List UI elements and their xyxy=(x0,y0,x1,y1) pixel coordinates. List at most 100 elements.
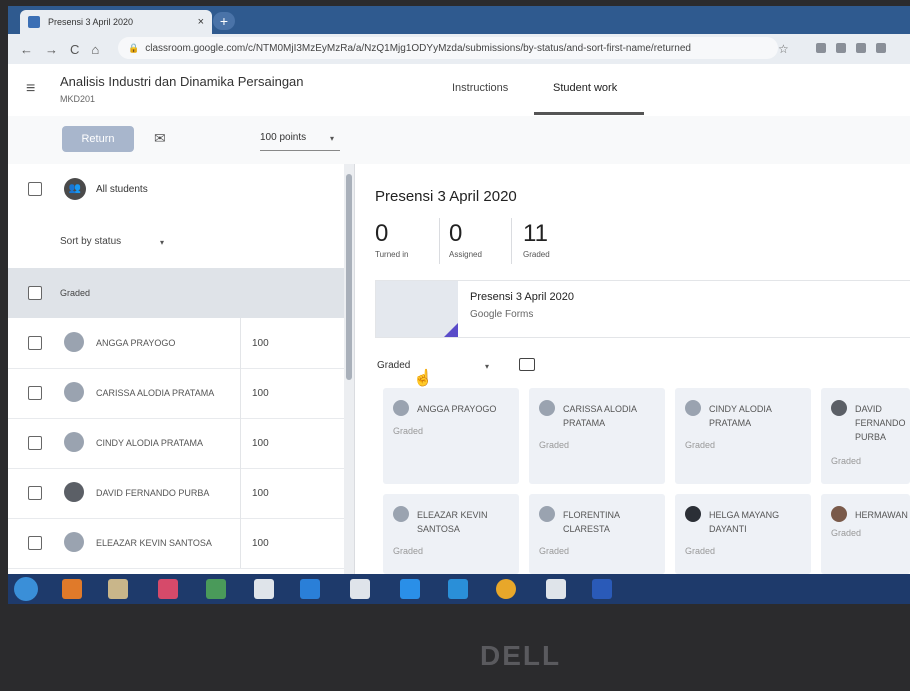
student-card-name: ELEAZAR KEVIN SANTOSA xyxy=(417,510,488,534)
file-explorer-icon[interactable] xyxy=(108,579,128,599)
dropbox-icon[interactable] xyxy=(400,579,420,599)
chevron-down-icon[interactable]: ▾ xyxy=(160,238,164,247)
forward-button[interactable]: → xyxy=(45,42,58,57)
student-score[interactable]: 100 xyxy=(252,338,269,349)
tab-close-icon[interactable]: × xyxy=(198,16,204,28)
class-title[interactable]: Analisis Industri dan Dinamika Persainga… xyxy=(60,74,304,89)
points-select[interactable]: 100 points xyxy=(260,132,306,143)
student-card[interactable]: ANGGA PRAYOGO Graded xyxy=(383,388,519,484)
stat-turned-in[interactable]: 0 Turned in xyxy=(375,220,409,259)
extension-icon[interactable] xyxy=(856,43,866,53)
hand-cursor-icon: ☝ xyxy=(413,370,433,387)
extension-icon[interactable] xyxy=(816,43,826,53)
extension-icon[interactable] xyxy=(876,43,886,53)
student-card-status: Graded xyxy=(831,456,862,466)
student-card[interactable]: CINDY ALODIA PRATAMA Graded xyxy=(675,388,811,484)
student-card-status: Graded xyxy=(539,546,570,556)
student-score[interactable]: 100 xyxy=(252,488,269,499)
hamburger-menu-icon[interactable]: ≡ xyxy=(26,80,35,98)
attachment-type: Google Forms xyxy=(470,309,534,320)
window-icon[interactable] xyxy=(254,579,274,599)
status-filter-select[interactable]: Graded xyxy=(377,360,410,371)
student-checkbox[interactable] xyxy=(28,486,42,500)
class-code: MKD201 xyxy=(60,94,96,104)
student-row[interactable]: CARISSA ALODIA PRATAMA 100 xyxy=(8,368,348,419)
stat-label: Turned in xyxy=(375,250,409,259)
all-students-label[interactable]: All students xyxy=(96,184,148,195)
student-checkbox[interactable] xyxy=(28,536,42,550)
student-card-status: Graded xyxy=(393,426,424,436)
student-row[interactable]: CINDY ALODIA PRATAMA 100 xyxy=(8,418,348,469)
tab-student-work[interactable]: Student work xyxy=(553,82,617,94)
back-button[interactable]: ← xyxy=(20,42,33,57)
stat-number: 11 xyxy=(523,220,548,247)
avatar xyxy=(831,506,847,522)
student-score[interactable]: 100 xyxy=(252,538,269,549)
app-icon[interactable] xyxy=(206,579,226,599)
divider xyxy=(240,418,241,468)
student-card-name: DAVID FERNANDO PURBA xyxy=(855,404,906,442)
media-player-icon[interactable] xyxy=(62,579,82,599)
home-button[interactable]: ⌂ xyxy=(91,42,99,57)
student-card[interactable]: HERMAWAN Graded xyxy=(821,494,910,574)
new-tab-button[interactable]: + xyxy=(213,12,235,30)
stat-graded[interactable]: 11 Graded xyxy=(523,220,550,259)
avatar xyxy=(685,400,701,416)
email-icon[interactable]: ✉ xyxy=(154,130,166,147)
return-button[interactable]: Return xyxy=(62,126,134,152)
bookmark-star-icon[interactable]: ☆ xyxy=(778,42,789,56)
chevron-down-icon[interactable]: ▾ xyxy=(485,362,489,371)
classroom-header: ≡ Analisis Industri dan Dinamika Persain… xyxy=(8,64,910,117)
student-row[interactable]: ANGGA PRAYOGO 100 xyxy=(8,318,348,369)
folder-icon[interactable] xyxy=(519,358,535,371)
avatar xyxy=(64,332,84,352)
start-button-icon[interactable] xyxy=(14,577,38,601)
student-card[interactable]: FLORENTINA CLARESTA Graded xyxy=(529,494,665,574)
student-checkbox[interactable] xyxy=(28,336,42,350)
url-text: classroom.google.com/c/NTM0MjI3MzEyMzRa/… xyxy=(145,42,691,54)
url-input[interactable]: 🔒 classroom.google.com/c/NTM0MjI3MzEyMzR… xyxy=(118,37,778,59)
assignment-title: Presensi 3 April 2020 xyxy=(375,188,517,205)
student-card-name: CINDY ALODIA PRATAMA xyxy=(709,404,772,428)
student-checkbox[interactable] xyxy=(28,386,42,400)
student-card-name: ANGGA PRAYOGO xyxy=(417,404,497,414)
avatar xyxy=(64,482,84,502)
sort-select[interactable]: Sort by status xyxy=(60,236,121,247)
word-icon[interactable] xyxy=(592,579,612,599)
student-checkbox[interactable] xyxy=(28,436,42,450)
attachment-card[interactable]: Presensi 3 April 2020 Google Forms xyxy=(375,280,910,338)
internet-explorer-icon[interactable] xyxy=(300,579,320,599)
scrollbar-thumb[interactable] xyxy=(346,174,352,380)
select-all-checkbox[interactable] xyxy=(28,182,42,196)
window-icon[interactable] xyxy=(546,579,566,599)
lock-icon: 🔒 xyxy=(128,42,140,53)
window-icon[interactable] xyxy=(350,579,370,599)
student-card-status: Graded xyxy=(831,528,862,538)
tab-instructions[interactable]: Instructions xyxy=(452,82,508,94)
student-score[interactable]: 100 xyxy=(252,438,269,449)
app-icon[interactable] xyxy=(158,579,178,599)
browser-tab-bar: Presensi 3 April 2020 × + xyxy=(8,6,910,34)
browser-tab[interactable]: Presensi 3 April 2020 × xyxy=(20,10,212,34)
reload-button[interactable]: C xyxy=(70,42,79,57)
student-score[interactable]: 100 xyxy=(252,388,269,399)
chevron-down-icon[interactable]: ▾ xyxy=(330,134,334,143)
student-card[interactable]: HELGA MAYANG DAYANTI Graded xyxy=(675,494,811,574)
stat-assigned[interactable]: 0 Assigned xyxy=(449,220,482,259)
active-tab-indicator xyxy=(534,112,644,115)
video-call-icon[interactable] xyxy=(448,579,468,599)
student-list-panel: 👥 All students Sort by status ▾ Graded A… xyxy=(8,164,355,574)
avatar xyxy=(685,506,701,522)
avatar xyxy=(831,400,847,416)
extension-icon[interactable] xyxy=(836,43,846,53)
student-card[interactable]: CARISSA ALODIA PRATAMA Graded xyxy=(529,388,665,484)
student-card[interactable]: ELEAZAR KEVIN SANTOSA Graded xyxy=(383,494,519,574)
dell-logo: DELL xyxy=(480,640,562,671)
student-row[interactable]: DAVID FERNANDO PURBA 100 xyxy=(8,468,348,519)
divider xyxy=(240,518,241,568)
chrome-icon[interactable] xyxy=(496,579,516,599)
student-card[interactable]: DAVID FERNANDO PURBA Graded xyxy=(821,388,910,484)
group-checkbox[interactable] xyxy=(28,286,42,300)
student-row[interactable]: ELEAZAR KEVIN SANTOSA 100 xyxy=(8,518,348,569)
avatar xyxy=(64,382,84,402)
